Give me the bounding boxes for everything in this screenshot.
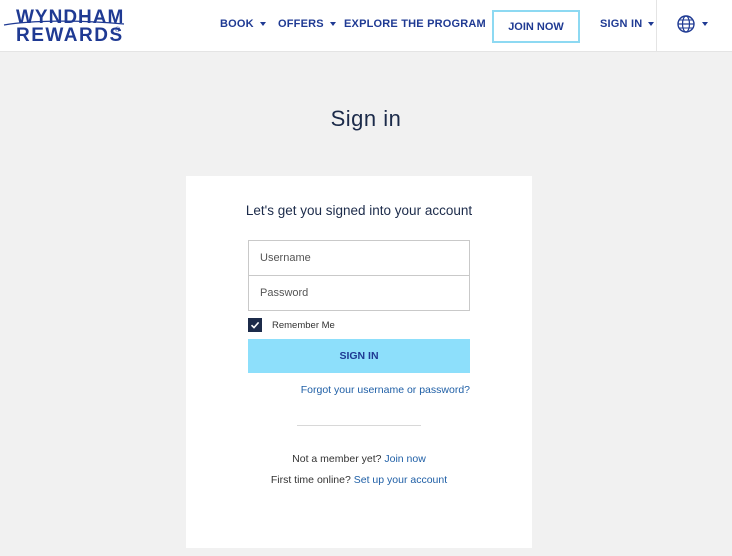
- divider: [297, 425, 421, 426]
- join-now-button[interactable]: JOIN NOW: [492, 10, 580, 43]
- join-now-link[interactable]: Join now: [384, 453, 425, 465]
- first-time-prefix: First time online?: [270, 474, 354, 486]
- globe-icon: [677, 15, 695, 33]
- set-up-account-link[interactable]: Set up your account: [354, 474, 447, 486]
- checkmark-icon: [250, 321, 260, 329]
- nav-signin-label: SIGN IN: [600, 18, 643, 30]
- chevron-down-icon: [329, 22, 336, 26]
- checkbox-checked-icon[interactable]: [248, 318, 262, 332]
- nav-explore-label: EXPLORE THE PROGRAM: [344, 18, 486, 30]
- password-input[interactable]: [248, 275, 470, 311]
- site-header: WYNDHAM REWARDS ® BOOK OFFERS EXPLORE TH…: [0, 0, 732, 52]
- sign-in-button[interactable]: SIGN IN: [248, 339, 470, 373]
- nav-offers[interactable]: OFFERS: [278, 18, 336, 30]
- page-title: Sign in: [330, 106, 402, 131]
- nav-sign-in[interactable]: SIGN IN: [600, 18, 655, 30]
- username-input[interactable]: [248, 240, 470, 276]
- not-member-prefix: Not a member yet?: [292, 453, 385, 465]
- nav-divider: [656, 0, 657, 52]
- chevron-down-icon: [259, 22, 266, 26]
- chevron-down-icon: [702, 22, 708, 26]
- remember-me-label: Remember Me: [272, 319, 335, 331]
- sign-in-card: Let's get you signed into your account R…: [186, 176, 532, 548]
- nav-explore-program[interactable]: EXPLORE THE PROGRAM: [344, 18, 498, 30]
- chevron-down-icon: [648, 22, 655, 26]
- nav-book[interactable]: BOOK: [220, 18, 266, 30]
- remember-me-checkbox[interactable]: Remember Me: [248, 318, 335, 332]
- not-member-text: Not a member yet? Join now: [186, 453, 532, 465]
- language-selector[interactable]: [676, 14, 708, 34]
- nav-offers-label: OFFERS: [278, 18, 324, 30]
- sign-in-heading: Let's get you signed into your account: [245, 203, 473, 218]
- nav-book-label: BOOK: [220, 18, 254, 30]
- logo-registered-mark: ®: [115, 27, 121, 34]
- logo-text-rewards: REWARDS: [16, 25, 124, 46]
- forgot-credentials-link[interactable]: Forgot your username or password?: [186, 384, 470, 396]
- wyndham-rewards-logo[interactable]: WYNDHAM REWARDS ®: [2, 7, 125, 47]
- first-time-text: First time online? Set up your account: [186, 474, 532, 486]
